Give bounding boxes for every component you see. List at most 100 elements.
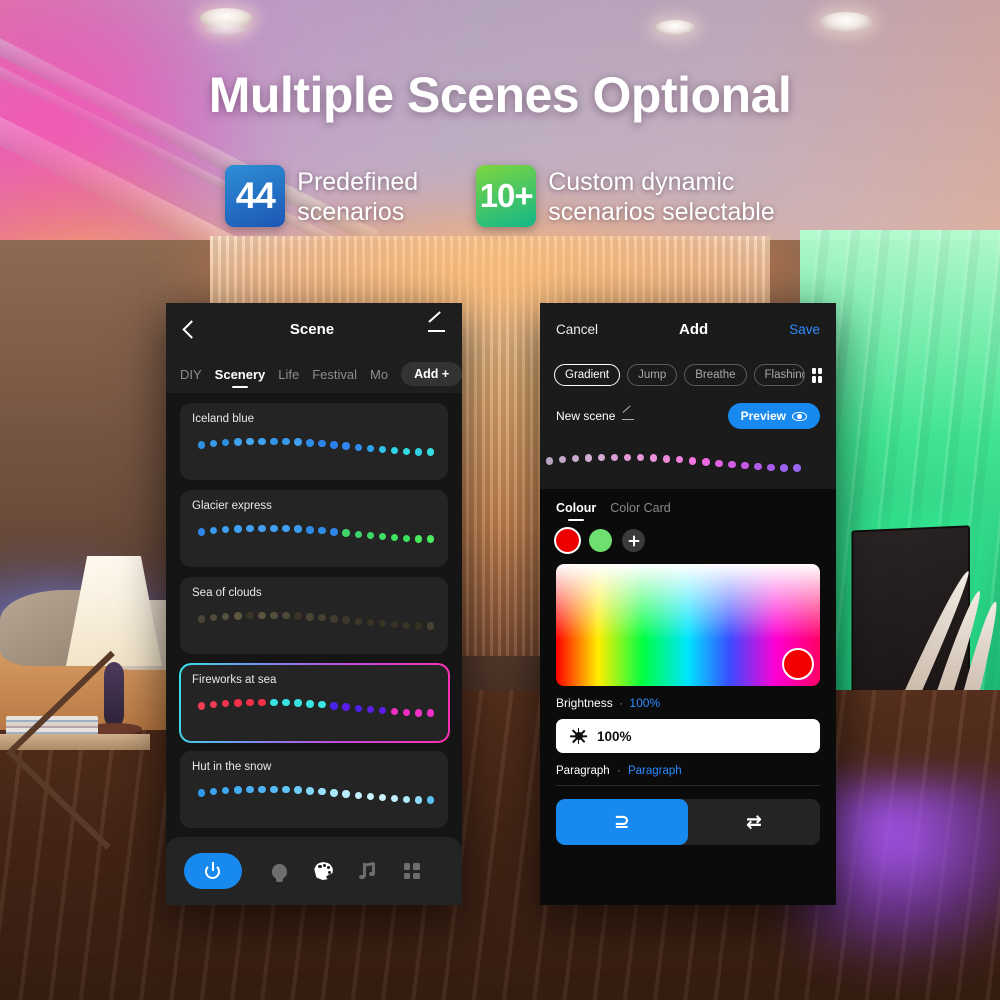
ceiling-downlight [820,12,872,32]
scene-dot [270,698,278,706]
scene-dot [402,795,411,804]
colour-picker-knob[interactable] [782,648,814,680]
scene-card[interactable]: Sea of clouds [180,577,448,654]
power-button[interactable] [184,853,242,889]
scene-dot [676,456,684,464]
grid-icon[interactable] [811,367,822,383]
scene-dot [414,535,423,543]
preview-button[interactable]: Preview [727,403,820,429]
brightness-slider[interactable]: 100% [556,719,820,753]
brightness-value: 100% [629,696,661,710]
power-icon [205,863,221,879]
direction-segment[interactable]: ⊇ [556,799,688,845]
scene-dot [390,620,398,629]
scene-dot [414,448,423,456]
music-tab-button[interactable] [356,858,380,884]
color-tab-button[interactable] [312,858,336,884]
scene-list-screen: Scene DIY Scenery Life Festival Mo Add + Icel… [166,303,462,905]
scene-dot [246,437,254,446]
paragraph-row: Paragraph · Paragraph [556,765,820,786]
scene-dot [402,621,411,630]
slider-value: 100% [597,728,632,744]
tab-mo[interactable]: Mo [370,367,388,382]
mode-chip-breathe[interactable]: Breathe [684,364,747,386]
scene-dot [546,457,554,465]
scene-dot [741,461,749,470]
color-editor-body: Colour Color Card Brightness · 100% 100% … [540,489,836,845]
scene-dot [354,443,362,451]
scene-dot [246,785,254,794]
plus-icon[interactable] [622,529,645,552]
scene-card[interactable]: Glacier express [180,490,448,567]
magazine-stack [6,716,98,736]
tab-diy[interactable]: DIY [180,367,202,382]
scene-dot [663,455,671,463]
brightness-tab-button[interactable] [268,858,292,884]
mode-chip-jump[interactable]: Jump [627,364,678,386]
direction-segment[interactable]: ⇄ [688,799,820,845]
scene-dot [270,611,278,619]
scene-dot [390,794,398,803]
scene-dot-strip [192,518,436,552]
edit-button[interactable] [426,319,446,339]
save-button[interactable]: Save [789,322,820,337]
badge-line-2: scenarios selectable [548,198,775,226]
badge-line-2: scenarios [297,198,405,226]
scene-dot-strip [192,605,436,639]
scene-dot [426,535,435,543]
scene-dot [366,444,374,453]
badge-custom: 10+ Custom dynamic scenarios selectable [476,165,775,227]
scene-card[interactable]: Iceland blue [180,403,448,480]
scene-tab-button[interactable] [400,858,424,884]
add-scene-button[interactable]: Add + [401,362,462,386]
scene-dot [728,460,736,469]
colour-tab-colour[interactable]: Colour [556,501,596,515]
scene-dot [222,787,230,795]
mode-chip-gradient[interactable]: Gradient [554,364,621,386]
chevron-left-icon [182,319,201,339]
tab-life[interactable]: Life [278,367,299,382]
scene-dot [585,454,593,462]
cancel-button[interactable]: Cancel [556,322,598,337]
scene-dot [294,438,302,446]
scene-dot [330,789,338,797]
colour-swatch-row [556,529,820,552]
scene-dot [354,617,362,625]
effect-mode-tabs: Gradient Jump Breathe Flashing [540,355,836,395]
scene-dot [402,534,411,543]
scene-dot [780,464,788,472]
scene-dot [258,785,266,793]
mode-chip-flashing[interactable]: Flashing [753,364,805,386]
badge-line-1: Custom dynamic [548,168,735,196]
colour-swatch[interactable] [556,529,579,552]
scene-dot [650,454,658,462]
back-button[interactable] [182,319,201,339]
scene-dot [198,702,206,710]
badge-count: 44 [225,165,286,227]
add-screen-header: Cancel Add Save [540,303,836,355]
scene-card[interactable]: Fireworks at sea [180,664,448,741]
scene-dot [210,527,218,535]
scene-card-name: Sea of clouds [192,587,262,599]
scene-dot [342,790,350,798]
separator: · [616,765,621,777]
colour-swatch[interactable] [589,529,612,552]
colour-picker-field[interactable] [556,564,820,686]
scene-dot [354,791,362,799]
paragraph-link[interactable]: Paragraph [628,765,682,777]
rename-scene-button[interactable] [621,410,635,423]
pencil-icon [621,410,635,423]
scene-card[interactable]: Hut in the snow [180,751,448,828]
scene-dot [390,446,398,455]
scene-dot-strip [192,779,436,813]
music-note-icon [359,861,376,880]
tab-scenery[interactable]: Scenery [215,367,266,382]
tab-festival[interactable]: Festival [312,367,357,382]
scene-dot [210,788,218,796]
scene-dot [282,785,290,794]
badge-line-1: Predefined [297,168,419,196]
scene-dot [270,437,278,445]
scene-dot [306,613,314,621]
scene-name-label: New scene [556,409,616,423]
colour-tab-color-card[interactable]: Color Card [610,501,670,515]
